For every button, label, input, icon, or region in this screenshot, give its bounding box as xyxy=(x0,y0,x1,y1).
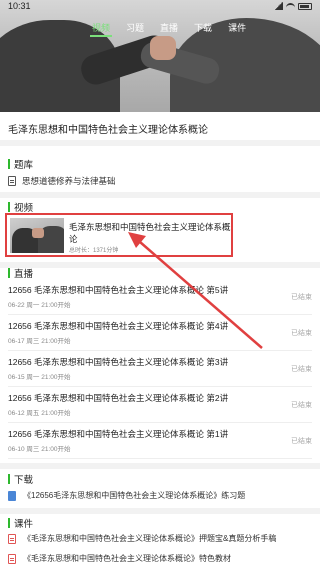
live-item-title: 12656 毛泽东思想和中国特色社会主义理论体系概论 第2讲 xyxy=(8,393,229,403)
download-item-label: 《12656毛泽东思想和中国特色社会主义理论体系概论》练习题 xyxy=(23,491,246,500)
pdf-file-icon xyxy=(8,533,16,544)
section-label: 视频 xyxy=(14,203,34,214)
section-divider xyxy=(0,192,320,198)
wifi-icon xyxy=(286,2,295,10)
tab-bar: 视频 习题 直播 下载 课件 xyxy=(90,20,248,37)
section-divider xyxy=(0,140,320,146)
tab-exercises[interactable]: 习题 xyxy=(124,20,146,37)
tab-live[interactable]: 直播 xyxy=(158,20,180,37)
signal-icon xyxy=(274,2,283,10)
live-item-date: 06-17 周三 21:00开始 xyxy=(8,338,71,345)
live-item[interactable]: 12656 毛泽东思想和中国特色社会主义理论体系概论 第2讲 06-12 周五 … xyxy=(8,389,312,423)
banner-fist xyxy=(150,36,176,60)
live-item-title: 12656 毛泽东思想和中国特色社会主义理论体系概论 第4讲 xyxy=(8,321,229,331)
download-item[interactable]: 《12656毛泽东思想和中国特色社会主义理论体系概论》练习题 xyxy=(8,490,245,501)
status-bar: 10:31 xyxy=(0,0,320,14)
thumbnail-fist xyxy=(32,228,44,238)
video-title: 毛泽东思想和中国特色社会主义理论体系概论 xyxy=(69,222,231,244)
courseware-item[interactable]: 《毛泽东思想和中国特色社会主义理论体系概论》押题宝&真题分析手稿 xyxy=(8,533,276,544)
live-item[interactable]: 12656 毛泽东思想和中国特色社会主义理论体系概论 第5讲 06-22 周一 … xyxy=(8,281,312,315)
section-title-courseware: 课件 xyxy=(8,516,33,530)
courseware-item-label: 《毛泽东思想和中国特色社会主义理论体系概论》押题宝&真题分析手稿 xyxy=(23,534,277,543)
tab-courseware[interactable]: 课件 xyxy=(226,20,248,37)
section-label: 直播 xyxy=(14,269,34,280)
video-card[interactable]: 毛泽东思想和中国特色社会主义理论体系概论 总时长：1371分钟 xyxy=(5,213,233,257)
course-title: 毛泽东思想和中国特色社会主义理论体系概论 xyxy=(8,125,208,136)
live-item-status: 已结束 xyxy=(291,402,312,409)
battery-icon xyxy=(298,2,312,10)
section-accent-bar xyxy=(8,518,10,528)
section-divider xyxy=(0,508,320,514)
live-item-status: 已结束 xyxy=(291,330,312,337)
live-item-date: 06-12 周五 21:00开始 xyxy=(8,410,71,417)
section-title-video: 视频 xyxy=(8,200,33,214)
section-accent-bar xyxy=(8,474,10,484)
tab-video[interactable]: 视频 xyxy=(90,20,113,37)
question-bank-item[interactable]: 思想道德修养与法律基础 xyxy=(8,175,116,187)
status-time: 10:31 xyxy=(8,1,31,11)
courseware-item-label: 《毛泽东思想和中国特色社会主义理论体系概论》特色教材 xyxy=(23,554,231,563)
live-item-status: 已结束 xyxy=(291,294,312,301)
live-item-title: 12656 毛泽东思想和中国特色社会主义理论体系概论 第3讲 xyxy=(8,357,229,367)
question-bank-item-label: 思想道德修养与法律基础 xyxy=(22,176,116,186)
courseware-item[interactable]: 《毛泽东思想和中国特色社会主义理论体系概论》特色教材 xyxy=(8,553,231,564)
live-item[interactable]: 12656 毛泽东思想和中国特色社会主义理论体系概论 第3讲 06-15 周一 … xyxy=(8,353,312,387)
tab-download[interactable]: 下载 xyxy=(192,20,214,37)
section-divider xyxy=(0,463,320,469)
live-item-date: 06-10 周三 21:00开始 xyxy=(8,446,71,453)
live-item-status: 已结束 xyxy=(291,366,312,373)
live-item-date: 06-22 周一 21:00开始 xyxy=(8,302,71,309)
live-item-status: 已结束 xyxy=(291,438,312,445)
section-label: 课件 xyxy=(14,519,34,530)
live-item[interactable]: 12656 毛泽东思想和中国特色社会主义理论体系概论 第4讲 06-17 周三 … xyxy=(8,317,312,351)
section-accent-bar xyxy=(8,159,10,169)
video-duration: 总时长：1371分钟 xyxy=(69,248,119,254)
section-accent-bar xyxy=(8,268,10,278)
section-title-question-bank: 题库 xyxy=(8,157,33,171)
course-banner xyxy=(0,0,320,112)
document-icon xyxy=(8,176,16,186)
section-accent-bar xyxy=(8,202,10,212)
word-file-icon xyxy=(8,490,16,501)
live-item-title: 12656 毛泽东思想和中国特色社会主义理论体系概论 第1讲 xyxy=(8,429,229,439)
live-item-date: 06-15 周一 21:00开始 xyxy=(8,374,71,381)
live-item[interactable]: 12656 毛泽东思想和中国特色社会主义理论体系概论 第1讲 06-10 周三 … xyxy=(8,425,312,459)
live-item-title: 12656 毛泽东思想和中国特色社会主义理论体系概论 第5讲 xyxy=(8,285,229,295)
video-thumbnail xyxy=(10,218,64,253)
section-title-live: 直播 xyxy=(8,266,33,280)
section-title-download: 下载 xyxy=(8,472,33,486)
section-label: 下载 xyxy=(14,475,34,486)
section-label: 题库 xyxy=(14,160,34,171)
pdf-file-icon xyxy=(8,553,16,564)
section-divider xyxy=(0,262,320,268)
